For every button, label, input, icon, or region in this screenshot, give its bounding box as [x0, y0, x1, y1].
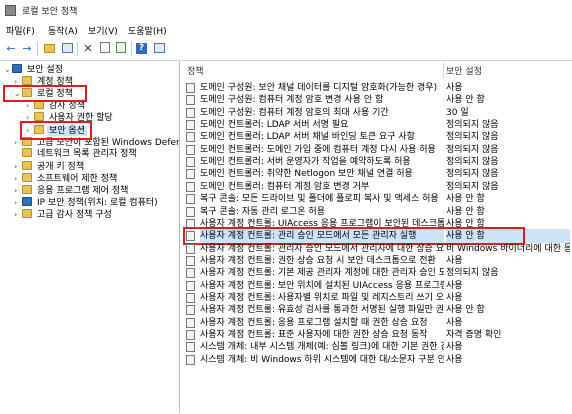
highlight-security-options [20, 120, 92, 140]
menu-bar: 파일(F) 동작(A) 보기(V) 도움말(H) [0, 21, 572, 39]
policy-icon [186, 268, 195, 279]
tree-item-label: 감사 정책 [49, 101, 85, 112]
tree-item[interactable]: › 공개 키 정책 [14, 160, 86, 173]
policy-icon [186, 342, 195, 353]
tree-item-label: 보안 설정 [27, 65, 63, 75]
tree-item-label: 네트워크 목록 관리자 정책 [37, 148, 137, 159]
policy-icon [186, 83, 195, 93]
policy-icon [186, 280, 195, 291]
folder-icon [22, 160, 32, 170]
toolbar-separator [131, 42, 132, 56]
export-list-icon[interactable] [114, 42, 128, 56]
folder-icon [22, 209, 32, 219]
policy-icon [186, 206, 195, 217]
app-icon [5, 5, 16, 16]
details-view-icon[interactable] [152, 42, 166, 56]
column-header-policy[interactable]: 정책 [187, 64, 204, 78]
menu-help[interactable]: 도움말(H) [128, 24, 167, 37]
policy-icon [186, 292, 195, 303]
tree-item[interactable]: ⌄ 보안 설정 [4, 63, 65, 76]
policy-icon [186, 255, 195, 266]
show-hide-tree-icon[interactable] [60, 42, 74, 56]
tree-item[interactable]: 네트워크 목록 관리자 정책 [14, 147, 139, 161]
highlight-local-policy [3, 85, 87, 103]
policy-icon [186, 317, 195, 328]
delete-icon[interactable]: ✕ [81, 42, 95, 56]
toolbar-separator [37, 42, 38, 56]
tree-item-label: 공개 키 정책 [37, 161, 85, 172]
properties-icon[interactable] [98, 42, 112, 56]
policy-icon [186, 107, 195, 118]
tree-item-label: IP 보안 정책(위치: 로컬 컴퓨터) [37, 198, 158, 209]
policy-icon [186, 330, 195, 340]
policy-row[interactable]: 시스템 개체: 비 Windows 하위 시스템에 대한 대/소문자 구분 안 … [181, 353, 572, 367]
menu-view[interactable]: 보기(V) [88, 24, 118, 37]
chevron-right-icon[interactable]: › [14, 196, 22, 209]
folder-icon [22, 172, 32, 182]
toolbar-separator [77, 42, 78, 56]
policy-icon [186, 354, 195, 365]
chevron-down-icon[interactable]: ⌄ [4, 63, 12, 76]
up-folder-icon[interactable] [42, 42, 56, 56]
chevron-right-icon[interactable]: › [14, 208, 22, 221]
tree-item[interactable]: › 고급 감사 정책 구성 [14, 208, 114, 221]
menu-action[interactable]: 동작(A) [48, 24, 78, 37]
column-divider[interactable] [443, 62, 444, 78]
tree-pane: ⌄ 보안 설정 › 계정 정책 ⌄ 로컬 정책 › 감사 정책 › 사용자 권한 할당 › 보안 옵션… [0, 60, 180, 413]
policy-icon [186, 243, 195, 254]
policy-icon [186, 144, 195, 155]
tree-item[interactable]: › 소프트웨어 제한 정책 [14, 172, 119, 185]
policy-icon [186, 305, 195, 316]
tree-item[interactable]: › IP 보안 정책(위치: 로컬 컴퓨터) [14, 196, 160, 209]
back-icon[interactable]: ← [4, 42, 18, 56]
tree-item-label: 고급 감사 정책 구성 [37, 210, 112, 221]
chevron-right-icon[interactable]: › [14, 160, 22, 173]
help-icon[interactable]: ? [136, 43, 147, 54]
policy-name: 시스템 개체: 비 Windows 하위 시스템에 대한 대/소문자 구분 안 … [200, 354, 444, 365]
window-title: 로컬 보안 정책 [22, 7, 78, 17]
shield-icon [22, 197, 32, 207]
folder-icon [22, 185, 32, 194]
policy-setting: 사용 [446, 354, 463, 365]
tree-item-label: 응용 프로그램 제어 정책 [37, 186, 129, 196]
policy-icon [186, 169, 195, 180]
folder-icon [22, 76, 32, 86]
chevron-right-icon[interactable]: › [14, 172, 22, 185]
menu-file[interactable]: 파일(F) [6, 24, 35, 37]
policy-icon [186, 181, 195, 192]
policy-icon [186, 95, 195, 106]
shield-icon [12, 64, 22, 73]
policy-list-pane: 정책 보안 설정 도메인 구성원: 보안 채널 데이터를 디지털 암호화(가능한… [181, 60, 572, 414]
forward-icon[interactable]: → [20, 42, 34, 56]
title-bar: 로컬 보안 정책 [0, 0, 572, 21]
policy-icon [186, 157, 195, 168]
tree-item-label: 소프트웨어 제한 정책 [37, 173, 118, 184]
tree-item[interactable]: › 응용 프로그램 제어 정책 [14, 184, 130, 197]
toolbar: ← → ✕ ? [0, 39, 572, 59]
policy-icon [186, 132, 195, 143]
policy-icon [186, 120, 195, 131]
chevron-right-icon[interactable]: › [14, 184, 22, 197]
column-header-setting[interactable]: 보안 설정 [446, 64, 482, 78]
policy-icon [186, 194, 195, 205]
folder-icon [22, 147, 32, 157]
